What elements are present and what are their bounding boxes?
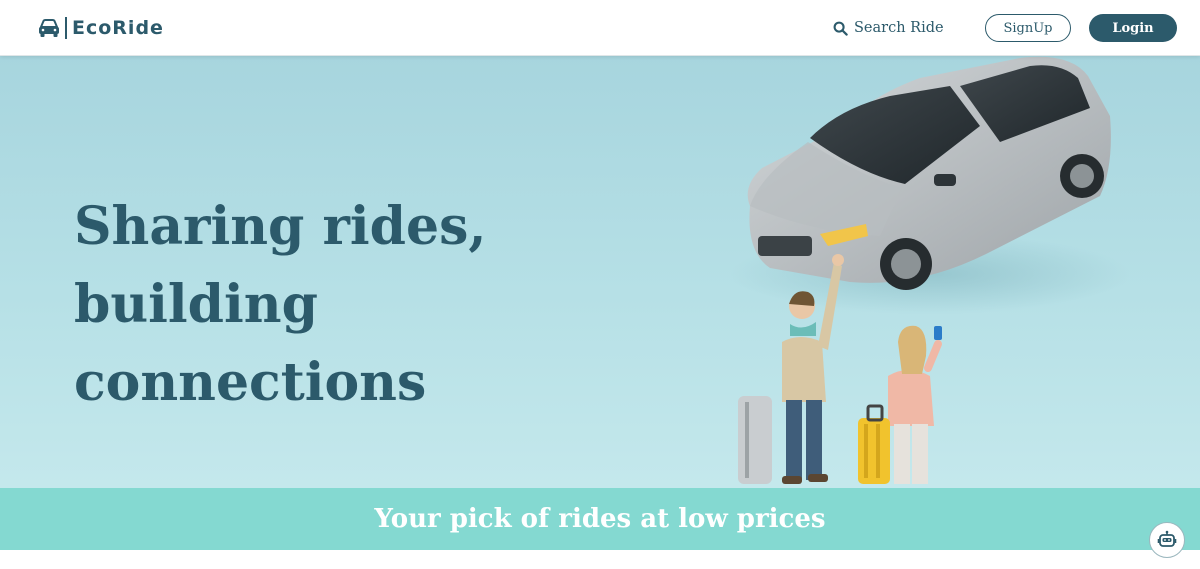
search-ride-label: Search Ride [854, 20, 944, 36]
brand-divider [65, 17, 67, 39]
hero-section: Sharing rides, building connections [0, 56, 1200, 488]
brand-logo[interactable]: EcoRide [37, 14, 164, 42]
brand-name: EcoRide [72, 17, 164, 39]
signup-button[interactable]: SignUp [985, 14, 1071, 42]
site-header: EcoRide Search Ride SignUp Login [0, 0, 1200, 56]
promo-banner: Your pick of rides at low prices [0, 488, 1200, 550]
search-icon [833, 21, 848, 36]
login-button[interactable]: Login [1089, 14, 1177, 42]
hero-title-line-2: building [74, 274, 318, 335]
hero-title: Sharing rides, building connections [74, 188, 514, 422]
hero-title-line-1: Sharing rides, [74, 196, 487, 257]
car-icon [39, 19, 59, 37]
hero-title-line-3: connections [74, 352, 427, 413]
chat-assistant-button[interactable] [1149, 522, 1185, 558]
robot-icon [1157, 530, 1177, 547]
banner-text: Your pick of rides at low prices [374, 504, 826, 534]
search-ride-link[interactable]: Search Ride [833, 18, 944, 38]
car-and-travelers-illustration [730, 56, 1130, 484]
